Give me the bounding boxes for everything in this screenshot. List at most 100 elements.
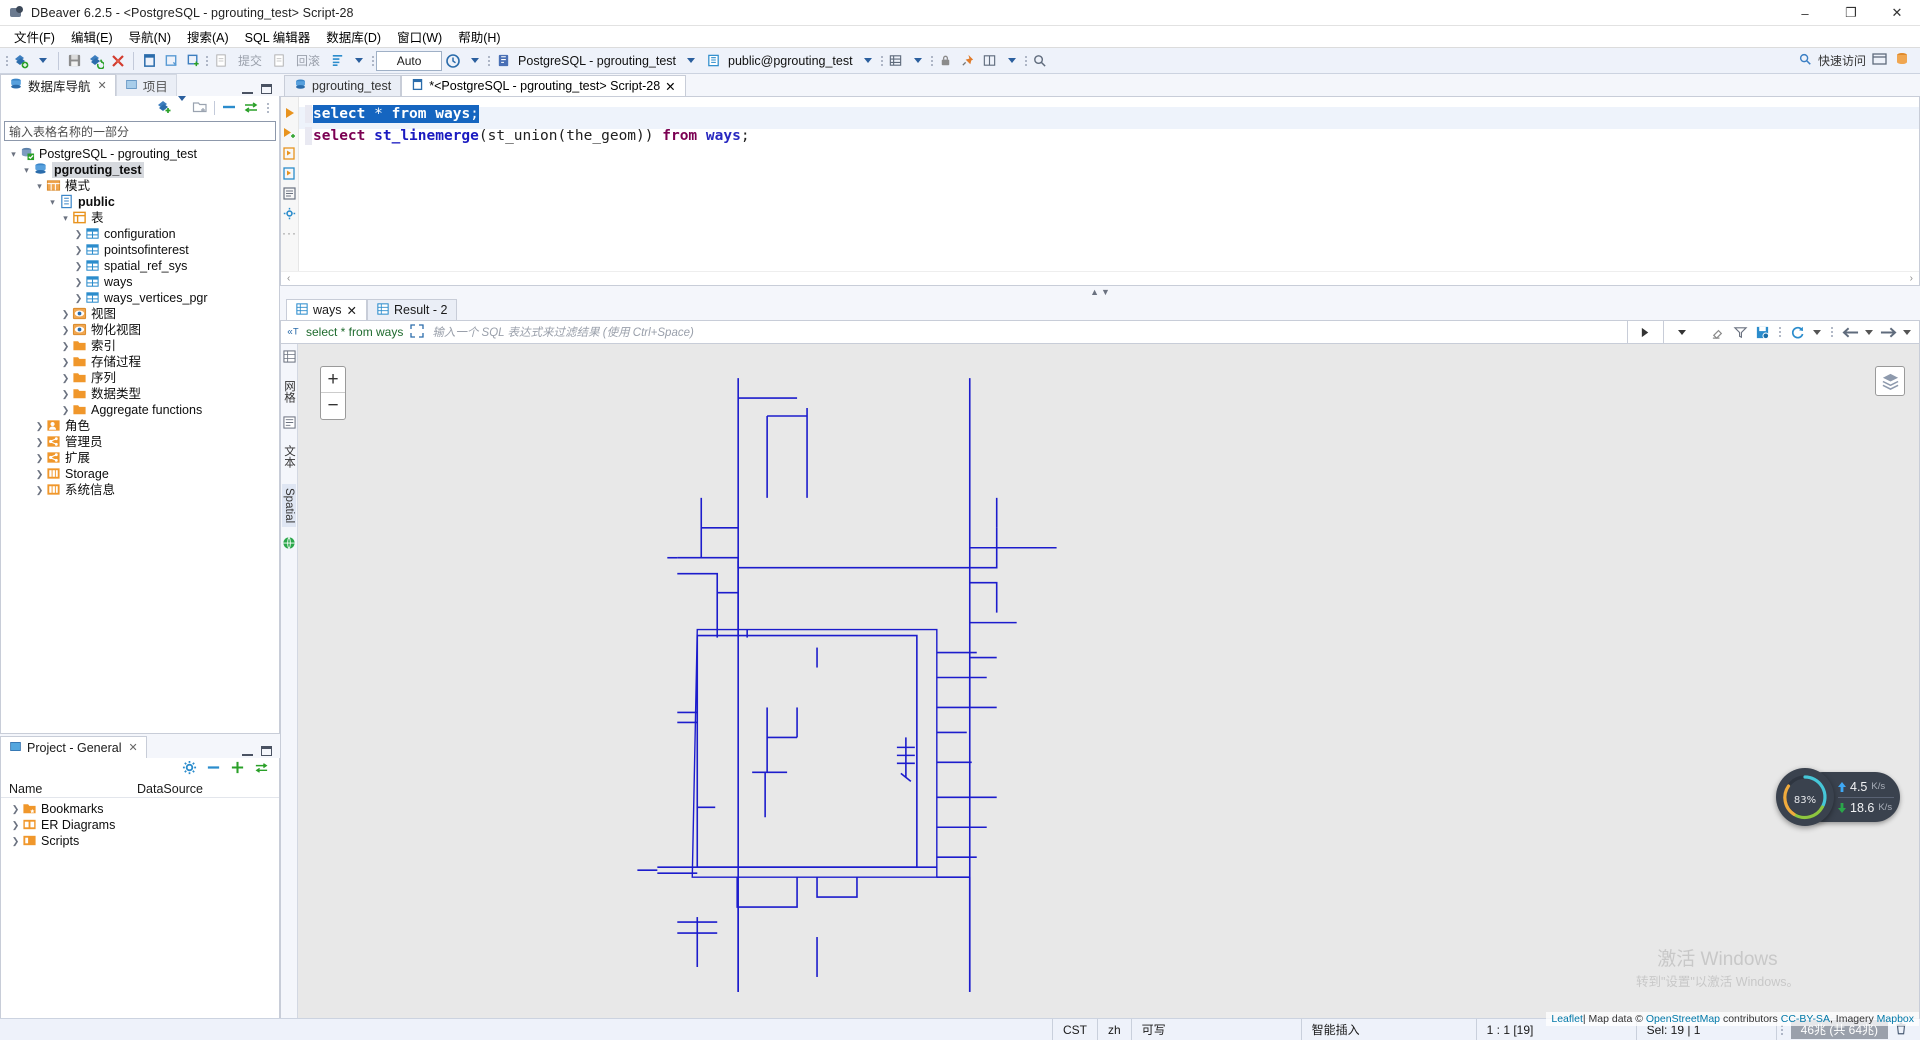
perspective-db-icon[interactable] (1894, 51, 1910, 70)
quick-access-search-icon[interactable] (1798, 52, 1812, 69)
connection-dropdown-icon[interactable] (680, 50, 702, 72)
tree-item-pgrouting_test[interactable]: ▾ pgrouting_test (1, 162, 279, 178)
splitter-down-icon[interactable]: ▼ (1101, 287, 1110, 297)
sql-line-1[interactable]: select * from ways; (299, 103, 1919, 129)
expand-arrow-icon[interactable]: ❯ (72, 242, 85, 258)
filter-expand-icon[interactable] (403, 323, 425, 341)
sql-code-area[interactable]: select * from ways; select st_linemerge(s… (299, 97, 1919, 285)
transaction-mode-dropdown-icon[interactable] (348, 50, 370, 72)
tree-item-[interactable]: ❯ 视图 (1, 306, 279, 322)
new-sql-script-icon[interactable] (182, 50, 204, 72)
vtab-grid[interactable]: 网格 (280, 376, 298, 407)
menu-database[interactable]: 数据库(D) (318, 25, 389, 48)
transaction-log-dropdown-icon[interactable] (464, 50, 486, 72)
save-results-icon[interactable] (1751, 325, 1773, 340)
project-link-icon[interactable] (254, 760, 269, 778)
project-item-bookmarks[interactable]: ❯ Bookmarks (1, 801, 279, 817)
tree-item-[interactable]: ▾ 表 (1, 210, 279, 226)
tree-item-ways_vertices_pgr[interactable]: ❯ ways_vertices_pgr (1, 290, 279, 306)
editor-horizontal-scrollbar[interactable]: ‹ › (281, 271, 1919, 285)
tree-filter-input[interactable]: 输入表格名称的一部分 (4, 121, 276, 141)
expand-arrow-icon[interactable]: ❯ (59, 354, 72, 370)
results-sep-handle-2[interactable] (1829, 323, 1835, 341)
project-settings-icon[interactable] (182, 760, 197, 778)
tab-project-close-icon[interactable]: ✕ (128, 741, 137, 754)
tree-item-[interactable]: ❯ 系统信息 (1, 482, 279, 498)
expand-arrow-icon[interactable]: ❯ (72, 226, 85, 242)
project-maximize-icon[interactable] (261, 746, 272, 756)
editor-more-icon[interactable]: ··· (281, 223, 298, 243)
grid-presentation-icon[interactable] (282, 350, 296, 366)
collapse-arrow-icon[interactable]: ▾ (59, 210, 72, 226)
expand-arrow-icon[interactable]: ❯ (72, 290, 85, 306)
attribution-osm-link[interactable]: OpenStreetMap (1646, 1013, 1720, 1025)
tab-db-navigator-close-icon[interactable]: ✕ (98, 79, 107, 92)
attribution-leaflet-link[interactable]: Leaflet (1551, 1013, 1583, 1025)
filter-settings-icon[interactable] (1729, 325, 1751, 340)
layout-dropdown-icon[interactable] (1001, 50, 1023, 72)
tree-item-PostgreSQLpgrouting_test[interactable]: ▾ PostgreSQL - pgrouting_test (1, 146, 279, 162)
tab-db-navigator[interactable]: 数据库导航 ✕ (0, 74, 116, 96)
menu-navigate[interactable]: 导航(N) (121, 25, 179, 48)
clear-filter-icon[interactable] (1707, 325, 1729, 340)
execute-in-new-tab-icon[interactable] (281, 143, 298, 163)
tab-projects[interactable]: 项目 (115, 74, 177, 96)
editor-settings-icon[interactable] (281, 203, 298, 223)
grid-view-dropdown-icon[interactable] (907, 50, 929, 72)
link-editor-icon[interactable] (243, 99, 259, 118)
tree-item-[interactable]: ❯ 管理员 (1, 434, 279, 450)
results-tab-result-2[interactable]: Result - 2 (366, 299, 458, 320)
refresh-results-icon[interactable] (1787, 324, 1809, 340)
expand-arrow-icon[interactable]: ❯ (33, 450, 46, 466)
tree-item-[interactable]: ▾ 模式 (1, 178, 279, 194)
tree-item-[interactable]: ❯ 序列 (1, 370, 279, 386)
tree-item-configuration[interactable]: ❯ configuration (1, 226, 279, 242)
expand-arrow-icon[interactable]: ❯ (59, 338, 72, 354)
schema-dropdown-icon[interactable] (857, 50, 879, 72)
tree-item-public[interactable]: ▾ public (1, 194, 279, 210)
tree-item-Storage[interactable]: ❯ Storage (1, 466, 279, 482)
tree-item-[interactable]: ❯ 存储过程 (1, 354, 279, 370)
schema-name[interactable]: public@pgrouting_test (724, 54, 857, 68)
expand-arrow-icon[interactable]: ❯ (33, 482, 46, 498)
transaction-mode-icon[interactable] (326, 50, 348, 72)
lock-icon[interactable] (935, 50, 957, 72)
commit-icon[interactable] (210, 50, 232, 72)
editor-results-splitter[interactable]: ▲ ▼ (280, 286, 1920, 298)
menu-file[interactable]: 文件(F) (6, 25, 63, 48)
expand-arrow-icon[interactable]: ❯ (72, 274, 85, 290)
filter-type-icon[interactable]: «T (281, 324, 303, 340)
refresh-dropdown-icon[interactable] (1809, 329, 1825, 335)
attribution-mapbox-link[interactable]: Mapbox (1877, 1013, 1914, 1025)
navigate-back-icon[interactable] (1839, 326, 1861, 339)
editor-tab-script-28[interactable]: *<PostgreSQL - pgrouting_test> Script-28… (401, 75, 686, 96)
filter-history-dropdown-icon[interactable] (1663, 321, 1699, 343)
splitter-up-icon[interactable]: ▲ (1090, 287, 1099, 297)
project-item-er-diagrams[interactable]: ❯ ER Diagrams (1, 817, 279, 833)
refresh-connection-icon[interactable] (85, 50, 107, 72)
text-presentation-icon[interactable] (282, 416, 296, 432)
execute-script-icon[interactable] (281, 123, 298, 143)
project-item-scripts[interactable]: ❯ Scripts (1, 833, 279, 849)
expand-arrow-icon[interactable]: ❯ (59, 322, 72, 338)
search-db-icon[interactable] (1029, 50, 1051, 72)
new-object-dropdown-icon[interactable] (178, 96, 186, 115)
tree-item-[interactable]: ❯ 数据类型 (1, 386, 279, 402)
execute-expression-icon[interactable] (281, 163, 298, 183)
navigate-forward-dropdown-icon[interactable] (1899, 329, 1915, 335)
results-sep-handle[interactable] (1777, 323, 1783, 341)
navigator-maximize-icon[interactable] (261, 84, 272, 94)
transaction-log-icon[interactable] (442, 50, 464, 72)
tab-project-general[interactable]: Project - General ✕ (0, 736, 147, 758)
commit-label[interactable]: 提交 (232, 52, 268, 69)
explain-plan-icon[interactable] (281, 183, 298, 203)
project-minimize-icon[interactable] (242, 747, 253, 756)
map-zoom-in-button[interactable]: + (321, 367, 345, 393)
expand-arrow-icon[interactable]: ❯ (33, 434, 46, 450)
expand-arrow-icon[interactable]: ❯ (72, 258, 85, 274)
new-connection-dropdown-icon[interactable] (32, 50, 54, 72)
sql-line-2[interactable]: select st_linemerge(st_union(the_geom)) … (299, 125, 1919, 147)
expand-arrow-icon[interactable]: ❯ (33, 466, 46, 482)
expand-arrow-icon[interactable]: ❯ (59, 386, 72, 402)
tree-item-spatial_ref_sys[interactable]: ❯ spatial_ref_sys (1, 258, 279, 274)
